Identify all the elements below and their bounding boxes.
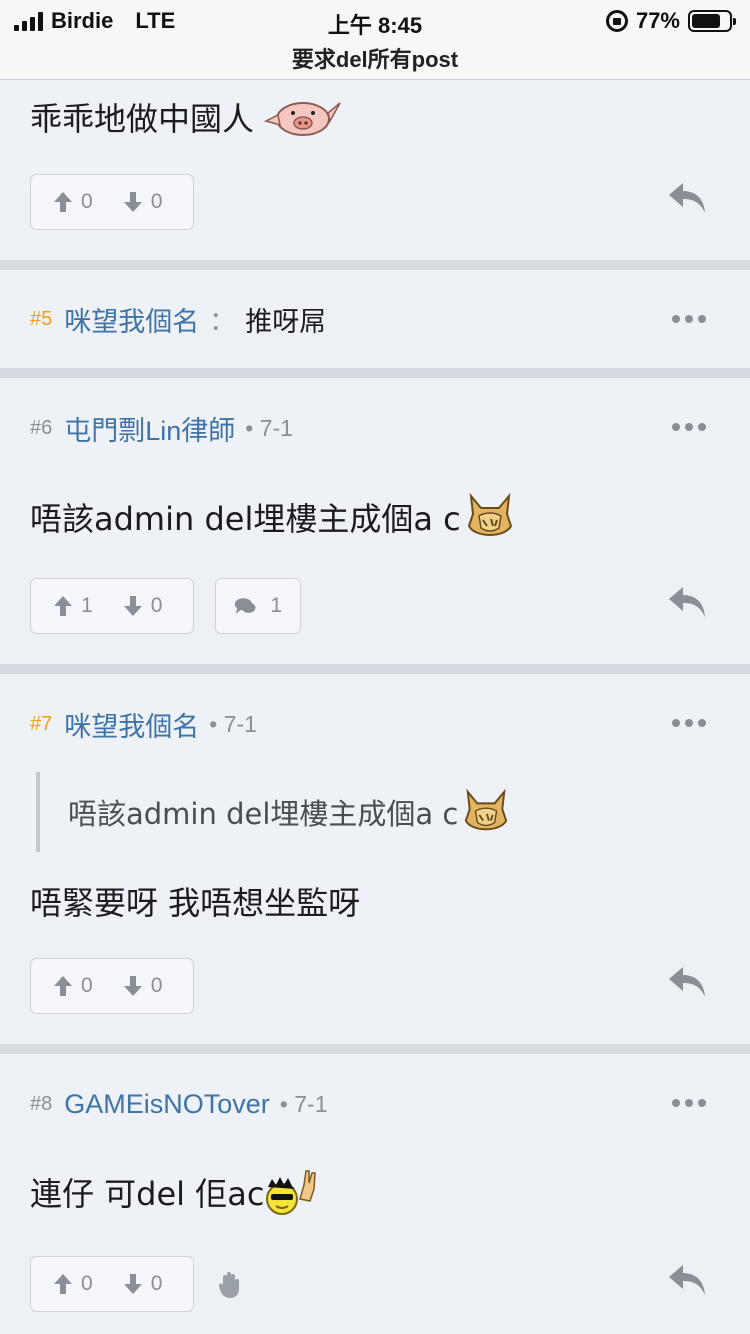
downvote-button[interactable]: 0 (123, 974, 163, 998)
post-date: • 7-1 (279, 1090, 328, 1117)
upvote-count: 0 (81, 1272, 93, 1295)
post-header: #6 屯門剽Lin律師 • 7-1 (30, 408, 293, 448)
more-icon[interactable] (672, 1099, 706, 1107)
post-text: 連仔 可del 佢ac (30, 1175, 265, 1213)
vote-box: 0 0 (30, 1256, 194, 1312)
post-date: • 7-1 (245, 414, 293, 441)
post-text: 唔緊要呀 我唔想坐監呀 (30, 884, 361, 922)
down-arrow-icon (123, 192, 142, 212)
upvote-count: 1 (81, 594, 93, 617)
thread-title: 要求del所有post (0, 40, 750, 80)
separator: ： (209, 305, 236, 336)
reply-icon[interactable] (668, 1263, 706, 1297)
quoted-post: 唔該admin del埋樓主成個a c (36, 772, 510, 852)
post-8: #8 GAMEisNOTover • 7-1 連仔 可del 佢ac 0 0 (0, 1054, 750, 1334)
comment-count: 1 (270, 594, 282, 617)
author-name[interactable]: 屯門剽Lin律師 (64, 409, 235, 448)
upvote-button[interactable]: 0 (53, 1272, 93, 1296)
downvote-count: 0 (150, 190, 163, 213)
upvote-button[interactable]: 1 (53, 594, 93, 618)
floor-number: #6 (30, 416, 53, 439)
divider (0, 368, 750, 378)
reply-icon[interactable] (668, 585, 706, 619)
hand-icon[interactable] (218, 1271, 242, 1299)
downvote-button[interactable]: 0 (123, 594, 163, 618)
pig-emoji-icon (263, 102, 341, 136)
vote-box: 0 0 (30, 958, 194, 1014)
upvote-button[interactable]: 0 (53, 974, 93, 998)
quote-text: 唔該admin del埋樓主成個a c (68, 797, 459, 831)
post-content: 唔該admin del埋樓主成個a c (30, 490, 515, 544)
post-header: #8 GAMEisNOTover • 7-1 (30, 1084, 327, 1124)
battery-icon (688, 10, 736, 32)
post-text: 推呀屌 (245, 306, 327, 337)
dog-facepalm-emoji-icon (465, 788, 508, 831)
up-arrow-icon (54, 192, 72, 212)
up-arrow-icon (54, 976, 72, 996)
divider (0, 1044, 750, 1054)
post-text: 唔該admin del埋樓主成個a c (30, 500, 461, 538)
orientation-lock-icon (605, 10, 628, 32)
post-header: #7 咪望我個名 • 7-1 (30, 704, 257, 744)
cool-rock-emoji-icon (266, 1170, 317, 1215)
vote-box: 1 0 (30, 578, 194, 634)
more-icon[interactable] (672, 423, 706, 431)
floor-number: #5 (30, 307, 53, 330)
down-arrow-icon (123, 596, 142, 616)
more-icon[interactable] (672, 719, 706, 727)
up-arrow-icon (54, 596, 72, 616)
post-content: 乖乖地做中國人 (30, 95, 348, 139)
dog-facepalm-emoji-icon (467, 492, 512, 536)
post-content: 唔緊要呀 我唔想坐監呀 (30, 878, 360, 924)
post-date: • 7-1 (209, 710, 257, 737)
post-text: 乖乖地做中國人 (30, 100, 255, 138)
down-arrow-icon (123, 1274, 142, 1294)
downvote-count: 0 (150, 974, 163, 997)
post-content: 連仔 可del 佢ac (30, 1164, 320, 1220)
downvote-button[interactable]: 0 (123, 1272, 163, 1296)
post-6: #6 屯門剽Lin律師 • 7-1 唔該admin del埋樓主成個a c 1 … (0, 378, 750, 664)
battery-percent: 77% (635, 8, 680, 33)
post-header: #5 咪望我個名 ： 推呀屌 (30, 299, 326, 339)
post-7: #7 咪望我個名 • 7-1 唔該admin del埋樓主成個a c 唔緊要呀 … (0, 674, 750, 1044)
downvote-count: 0 (150, 594, 163, 617)
more-icon[interactable] (672, 315, 706, 323)
status-bar: Birdie LTE 上午 8:45 77% (0, 0, 750, 40)
comment-icon (234, 598, 256, 614)
upvote-button[interactable]: 0 (53, 190, 93, 214)
downvote-button[interactable]: 0 (123, 190, 163, 214)
divider (0, 260, 750, 270)
upvote-count: 0 (81, 190, 93, 213)
post-top: 乖乖地做中國人 0 0 (0, 81, 750, 260)
vote-box: 0 0 (30, 174, 194, 230)
up-arrow-icon (54, 1274, 72, 1294)
down-arrow-icon (123, 976, 142, 996)
reply-icon[interactable] (668, 181, 706, 215)
floor-number: #8 (30, 1092, 53, 1115)
upvote-count: 0 (81, 974, 93, 997)
post-5: #5 咪望我個名 ： 推呀屌 (0, 270, 750, 368)
floor-number: #7 (30, 712, 53, 735)
author-name[interactable]: 咪望我個名 (64, 705, 199, 744)
downvote-count: 0 (150, 1272, 163, 1295)
reply-icon[interactable] (668, 965, 706, 999)
battery-fill (692, 14, 720, 28)
author-name[interactable]: 咪望我個名 (64, 300, 199, 339)
comments-button[interactable]: 1 (215, 578, 301, 634)
author-name[interactable]: GAMEisNOTover (64, 1089, 270, 1120)
divider (0, 664, 750, 674)
